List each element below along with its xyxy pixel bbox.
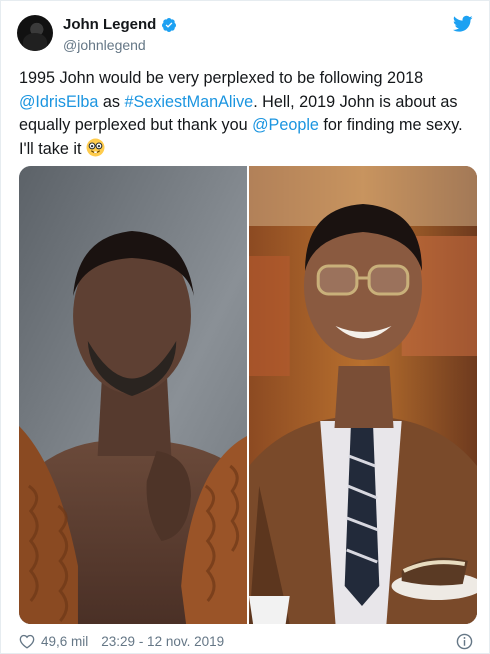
handle[interactable]: @johnlegend bbox=[63, 37, 146, 53]
like-count[interactable]: 49,6 mil bbox=[41, 634, 88, 649]
photo-idris-elba[interactable] bbox=[19, 166, 247, 624]
tweet-footer: 49,6 mil 23:29 - 12 nov. 2019 bbox=[19, 634, 224, 649]
tweet-text-segment: 1995 John would be very perplexed to be … bbox=[19, 69, 424, 87]
info-icon[interactable] bbox=[456, 633, 473, 650]
photo-young-john-legend-illustration bbox=[249, 166, 477, 624]
photo-young-john-legend[interactable] bbox=[249, 166, 477, 624]
author-name-row: John Legend bbox=[63, 16, 177, 33]
tweet-card: John Legend @johnlegend 1995 John would … bbox=[0, 0, 490, 654]
tweet-text: 1995 John would be very perplexed to be … bbox=[19, 67, 481, 161]
hashtag-sexiestmanalive-link[interactable]: #SexiestManAlive bbox=[125, 93, 254, 111]
tweet-media[interactable] bbox=[19, 166, 477, 624]
heart-icon[interactable] bbox=[19, 634, 35, 649]
photo-idris-elba-illustration bbox=[19, 166, 247, 624]
twitter-bird-icon[interactable] bbox=[453, 15, 473, 33]
nerd-face-emoji-icon bbox=[86, 138, 105, 156]
tweet-text-segment: as bbox=[98, 92, 125, 111]
mention-idriselba-link[interactable]: @IdrisElba bbox=[19, 93, 98, 111]
mention-people-link[interactable]: @People bbox=[252, 116, 319, 134]
tweet-timestamp[interactable]: 23:29 - 12 nov. 2019 bbox=[101, 634, 224, 649]
verified-badge-icon bbox=[162, 17, 177, 32]
display-name[interactable]: John Legend bbox=[63, 16, 156, 33]
avatar[interactable] bbox=[17, 15, 53, 51]
